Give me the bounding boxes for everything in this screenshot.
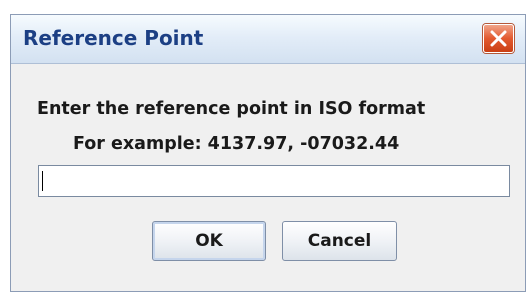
instruction-text: Enter the reference point in ISO format [37, 99, 426, 119]
example-text: For example: 4137.97, -07032.44 [73, 134, 400, 154]
text-caret [42, 171, 43, 191]
ok-button[interactable]: OK [152, 221, 266, 261]
reference-point-input[interactable] [38, 165, 510, 197]
reference-point-dialog: Reference Point Enter the reference poin… [10, 14, 526, 292]
title-bar[interactable]: Reference Point [11, 15, 525, 64]
cancel-button[interactable]: Cancel [282, 221, 397, 261]
window-title: Reference Point [23, 26, 204, 50]
close-button[interactable] [483, 24, 514, 53]
close-icon [490, 30, 507, 47]
